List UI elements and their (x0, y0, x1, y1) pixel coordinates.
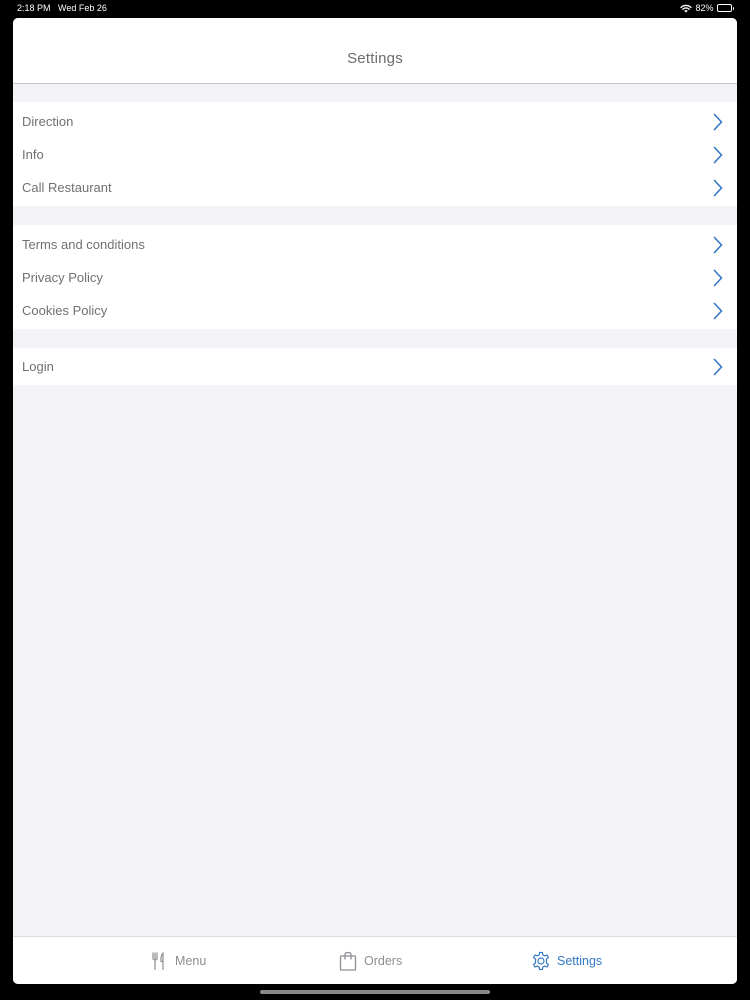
settings-group-legal: Terms and conditions Privacy Policy Cook… (13, 225, 737, 329)
chevron-right-icon (713, 302, 723, 319)
tab-label: Menu (175, 954, 207, 968)
row-privacy-policy[interactable]: Privacy Policy (13, 261, 737, 294)
status-bar: 2:18 PM Wed Feb 26 82% (0, 0, 750, 16)
home-indicator[interactable] (260, 990, 490, 994)
chevron-right-icon (713, 113, 723, 130)
tab-label: Settings (557, 954, 603, 968)
app-screen: Settings Direction Info Call Restaurant … (13, 18, 737, 984)
row-label: Call Restaurant (22, 180, 112, 195)
tab-label: Orders (364, 954, 403, 968)
chevron-right-icon (713, 179, 723, 196)
status-date: Wed Feb 26 (58, 3, 107, 13)
row-label: Info (22, 147, 44, 162)
tab-menu[interactable]: Menu (149, 937, 206, 984)
status-time: 2:18 PM (17, 3, 51, 13)
row-terms-and-conditions[interactable]: Terms and conditions (13, 228, 737, 261)
gear-icon (533, 951, 549, 971)
tab-bar: Menu Orders Settings (13, 936, 737, 984)
battery-percent: 82% (695, 3, 714, 13)
row-label: Cookies Policy (22, 303, 108, 318)
page-title: Settings (347, 50, 403, 67)
navigation-bar: Settings (13, 18, 737, 84)
chevron-right-icon (713, 146, 723, 163)
row-info[interactable]: Info (13, 138, 737, 171)
row-cookies-policy[interactable]: Cookies Policy (13, 294, 737, 327)
device: 2:18 PM Wed Feb 26 82% Settings Directio… (0, 0, 750, 1000)
chevron-right-icon (713, 269, 723, 286)
chevron-right-icon (713, 358, 723, 375)
tab-orders[interactable]: Orders (338, 937, 402, 984)
row-label: Direction (22, 114, 74, 129)
status-indicators: 82% (680, 0, 734, 16)
row-call-restaurant[interactable]: Call Restaurant (13, 171, 737, 204)
wifi-icon (680, 4, 693, 13)
battery-icon (716, 4, 734, 12)
row-label: Login (22, 359, 54, 374)
row-direction[interactable]: Direction (13, 105, 737, 138)
shopping-bag-icon (339, 951, 357, 971)
fork-knife-icon (152, 952, 164, 971)
chevron-right-icon (713, 236, 723, 253)
settings-group-location: Direction Info Call Restaurant (13, 102, 737, 206)
row-login[interactable]: Login (13, 348, 737, 385)
row-label: Privacy Policy (22, 270, 103, 285)
settings-group-account: Login (13, 348, 737, 385)
row-label: Terms and conditions (22, 237, 145, 252)
tab-settings[interactable]: Settings (531, 937, 602, 984)
